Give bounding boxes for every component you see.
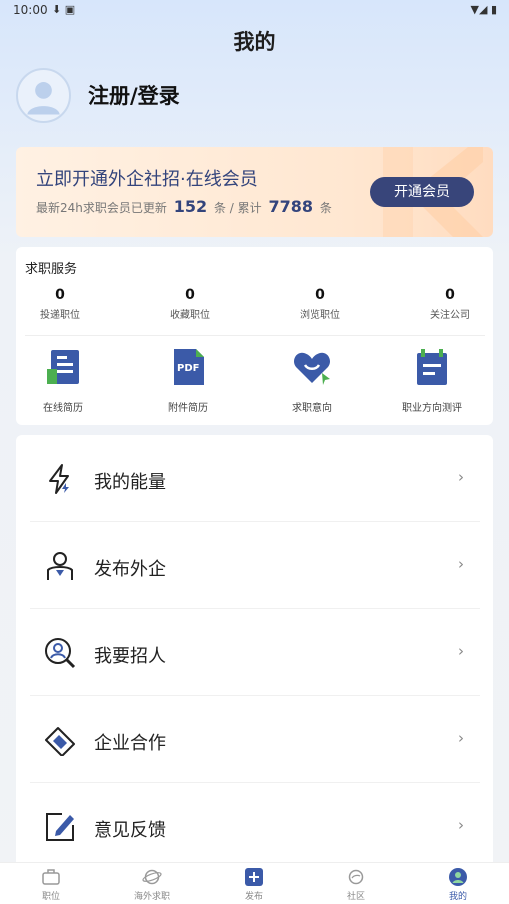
chevron-right-icon: › [458,468,464,486]
tab-label: 职位 [41,892,60,902]
menu-item-energy[interactable]: 我的能量 › [30,435,480,522]
tool-attachment-resume[interactable]: PDF 附件简历 [138,347,238,414]
stat-label: 浏览职位 [300,310,340,321]
vip-title: 立即开通外企社招·在线会员 [36,169,258,190]
tool-career-assessment[interactable]: 职业方向测评 [382,347,482,414]
vip-sub-suffix: 条 [319,201,332,215]
feedback-edit-icon [46,813,74,841]
stat-value: 0 [445,287,455,303]
vip-banner[interactable]: 立即开通外企社招·在线会员 最新24h求职会员已更新 152 条 / 累计 77… [16,147,493,237]
status-bar: 10:00 ⬇ ▣ ▼◢ ▮ [0,0,509,22]
briefcase-icon [42,869,60,885]
menu-card: 我的能量 › 发布外企 › 我要招人 › 企业合作 › 意见反馈 › [16,435,493,875]
heart-intent-icon [293,352,331,385]
download-notification-icon: ⬇ ▣ [52,3,76,16]
tab-publish[interactable]: 发布 [214,867,294,902]
tab-overseas[interactable]: 海外求职 [112,867,192,902]
tools-row: 在线简历 PDF 附件简历 求职意向 职业方向测评 [16,347,493,417]
default-avatar-icon [27,82,60,115]
chevron-right-icon: › [458,555,464,573]
stat-value: 0 [315,287,325,303]
stat-followed[interactable]: 0 关注公司 [400,287,500,321]
stat-label: 关注公司 [430,310,470,321]
profile-icon [449,868,467,886]
tab-label: 社区 [346,892,365,902]
publish-company-icon [47,552,73,580]
tool-label: 职业方向测评 [402,403,462,414]
page-title: 我的 [233,30,276,54]
services-title: 求职服务 [25,262,78,277]
tab-community[interactable]: 社区 [316,867,396,902]
online-resume-icon [47,350,79,384]
community-icon [348,869,364,885]
pdf-resume-icon: PDF [174,349,204,385]
stat-label: 投递职位 [40,310,80,321]
vip-subtitle: 最新24h求职会员已更新 152 条 / 累计 7788 条 [36,197,332,216]
menu-item-recruit[interactable]: 我要招人 › [30,609,480,696]
menu-item-cooperation[interactable]: 企业合作 › [30,696,480,783]
stats-row: 0 投递职位 0 收藏职位 0 浏览职位 0 关注公司 [16,287,493,327]
stat-applied[interactable]: 0 投递职位 [10,287,110,321]
menu-label: 企业合作 [94,733,166,754]
stat-value: 0 [55,287,65,303]
menu-label: 我要招人 [94,646,166,667]
tool-job-intent[interactable]: 求职意向 [262,347,362,414]
job-services-card: 求职服务 0 投递职位 0 收藏职位 0 浏览职位 0 关注公司 在线简历 PD… [16,247,493,425]
status-time: 10:00 [13,3,48,17]
recruit-search-icon [45,638,76,669]
tab-mine[interactable]: 我的 [418,867,498,902]
menu-label: 我的能量 [94,472,166,493]
tab-label: 发布 [244,892,263,902]
menu-label: 发布外企 [94,559,166,580]
login-register-link[interactable]: 注册/登录 [88,80,180,110]
lightning-icon [49,464,69,494]
avatar[interactable] [16,68,71,123]
stat-value: 0 [185,287,195,303]
tab-label: 海外求职 [133,892,170,902]
open-vip-button[interactable]: 开通会员 [370,177,474,207]
tool-label: 求职意向 [292,403,332,414]
stat-viewed[interactable]: 0 浏览职位 [270,287,370,321]
career-assessment-icon [417,349,447,385]
handshake-icon [45,727,75,756]
tab-label: 我的 [448,892,467,902]
chevron-right-icon: › [458,729,464,747]
tool-label: 附件简历 [168,403,208,414]
vip-sub-prefix: 最新24h求职会员已更新 [36,201,167,215]
vip-updated-count: 152 [173,197,208,216]
tab-jobs[interactable]: 职位 [11,867,91,902]
vip-sub-mid: 条 / 累计 [213,201,262,215]
chevron-right-icon: › [458,642,464,660]
divider [25,335,485,336]
planet-icon [142,869,162,885]
tool-online-resume[interactable]: 在线简历 [13,347,113,414]
stat-label: 收藏职位 [170,310,210,321]
signal-battery-icon: ▼◢ ▮ [470,3,497,16]
menu-item-feedback[interactable]: 意见反馈 › [30,783,480,870]
menu-label: 意见反馈 [94,820,166,841]
vip-total-count: 7788 [268,197,313,216]
svg-text:PDF: PDF [177,363,199,374]
menu-item-publish-company[interactable]: 发布外企 › [30,522,480,609]
plus-icon [245,868,263,886]
stat-favorites[interactable]: 0 收藏职位 [140,287,240,321]
bottom-tab-bar: 职位 海外求职 发布 社区 我的 [0,862,509,904]
tool-label: 在线简历 [43,403,83,414]
chevron-right-icon: › [458,816,464,834]
